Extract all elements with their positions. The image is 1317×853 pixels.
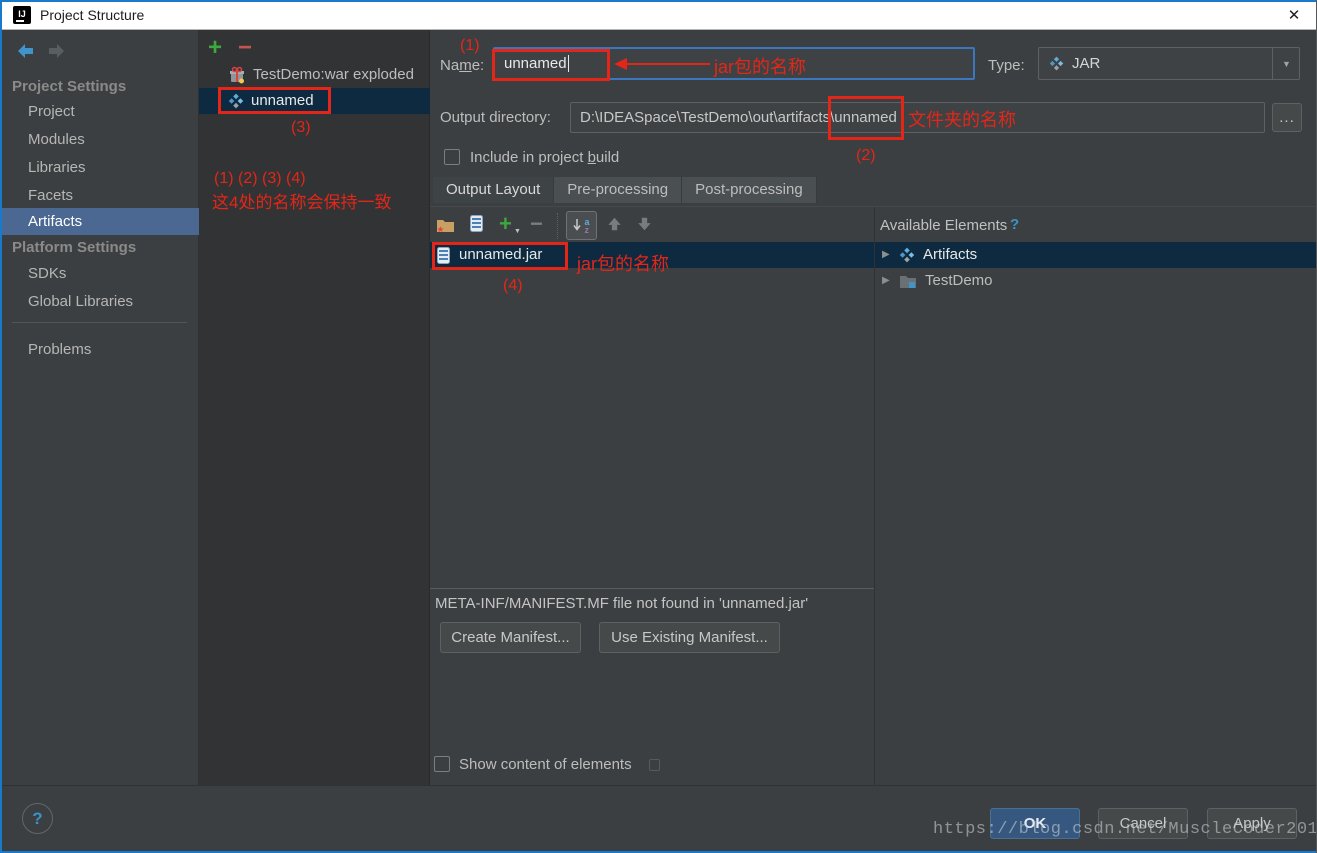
artifacts-list-panel: + − TestDemo:war exploded unnamed	[199, 30, 430, 786]
sidebar-item-facets[interactable]: Facets	[0, 182, 199, 209]
war-exploded-gift-icon	[228, 66, 246, 84]
show-content-label: Show content of elements	[459, 756, 632, 773]
add-element-caret-icon: ▼	[514, 228, 521, 235]
help-icon[interactable]: ?	[1010, 216, 1019, 233]
ok-button[interactable]: OK	[990, 808, 1080, 839]
available-row-label: TestDemo	[925, 272, 993, 289]
titlebar: IJ Project Structure ✕	[0, 0, 1317, 30]
section-header-platform-settings: Platform Settings	[12, 239, 137, 256]
available-row-testdemo[interactable]: ▶ TestDemo	[875, 268, 1317, 294]
intellij-logo-icon: IJ	[13, 5, 31, 24]
output-directory-label: Output directory:	[440, 109, 551, 126]
expand-icon[interactable]: ▶	[882, 242, 892, 268]
add-element-icon[interactable]: +	[499, 211, 512, 237]
artifact-item-label: unnamed	[251, 92, 314, 109]
available-elements-header: Available Elements	[880, 217, 1008, 234]
window-title: Project Structure	[40, 6, 145, 23]
remove-element-icon[interactable]: −	[530, 211, 543, 237]
expand-icon[interactable]: ▶	[882, 268, 892, 294]
close-icon[interactable]: ✕	[1271, 0, 1317, 29]
output-tree-row-unnamed-jar[interactable]: unnamed.jar	[430, 242, 874, 268]
jar-type-icon	[1049, 56, 1064, 71]
sort-alphabetically-icon[interactable]: az	[566, 211, 597, 240]
sidebar-item-global-libraries[interactable]: Global Libraries	[0, 288, 199, 315]
layout-tabs: Output Layout Pre-processing Post-proces…	[433, 177, 817, 203]
sidebar-item-artifacts[interactable]: Artifacts	[0, 208, 199, 235]
use-existing-manifest-button[interactable]: Use Existing Manifest...	[599, 622, 780, 653]
manifest-divider	[430, 588, 874, 589]
annotation-n4: (4)	[503, 277, 523, 294]
help-button[interactable]: ?	[22, 803, 53, 834]
text-cursor	[567, 55, 569, 72]
forward-icon[interactable]	[46, 42, 66, 64]
add-artifact-icon[interactable]: +	[208, 36, 222, 60]
browse-button[interactable]: ...	[1272, 103, 1302, 132]
project-structure-dialog: IJ Project Structure ✕ Project Settings …	[0, 0, 1317, 853]
window-border-left	[0, 0, 2, 853]
tab-pre-processing[interactable]: Pre-processing	[554, 177, 683, 203]
tab-output-layout[interactable]: Output Layout	[433, 177, 555, 203]
move-up-icon[interactable]	[606, 216, 623, 232]
include-in-project-build-label: Include in project build	[470, 149, 620, 166]
chevron-down-icon[interactable]: ▼	[1272, 47, 1300, 80]
artifact-diamonds-icon	[899, 247, 915, 263]
sidebar-item-project[interactable]: Project	[0, 98, 199, 125]
create-manifest-button[interactable]: Create Manifest...	[440, 622, 581, 653]
preview-icon	[649, 759, 660, 771]
type-label: Type:	[988, 57, 1025, 74]
artifact-item-unnamed[interactable]: unnamed	[199, 88, 430, 114]
sidebar-divider	[12, 322, 187, 323]
window-border-top	[0, 0, 1317, 2]
artifact-diamonds-icon	[228, 93, 244, 109]
manifest-message: META-INF/MANIFEST.MF file not found in '…	[435, 595, 809, 612]
available-row-artifacts[interactable]: ▶ Artifacts	[875, 242, 1317, 268]
add-archive-icon[interactable]	[470, 215, 483, 232]
artifact-item-war-exploded[interactable]: TestDemo:war exploded	[199, 62, 430, 88]
annotation-n1: (1)	[460, 37, 480, 54]
remove-artifact-icon[interactable]: −	[238, 36, 252, 60]
sidebar-item-sdks[interactable]: SDKs	[0, 260, 199, 287]
output-tree-label: unnamed.jar	[459, 246, 543, 263]
cancel-button[interactable]: Cancel	[1098, 808, 1188, 839]
settings-sidebar: Project Settings Project Modules Librari…	[0, 30, 199, 786]
toolbar-separator	[557, 213, 558, 239]
footer-divider	[0, 785, 1317, 786]
name-input[interactable]: unnamed	[493, 47, 975, 80]
apply-button[interactable]: Apply	[1207, 808, 1297, 839]
new-folder-icon[interactable]	[436, 217, 455, 234]
name-label: Name:	[440, 57, 485, 74]
output-directory-input[interactable]: D:\IDEASpace\TestDemo\out\artifacts\unna…	[570, 102, 1265, 133]
move-down-icon[interactable]	[636, 216, 653, 232]
annotation-n2: (2)	[856, 147, 876, 164]
sidebar-item-problems[interactable]: Problems	[0, 336, 199, 363]
include-in-project-build-checkbox[interactable]	[444, 149, 460, 165]
back-icon[interactable]	[16, 42, 36, 64]
type-select[interactable]: JAR	[1038, 47, 1300, 80]
section-header-project-settings: Project Settings	[12, 78, 127, 95]
tab-post-processing[interactable]: Post-processing	[682, 177, 817, 203]
available-row-label: Artifacts	[923, 246, 978, 263]
content-divider	[874, 207, 875, 785]
jar-file-icon	[437, 246, 450, 264]
artifact-item-label: TestDemo:war exploded	[253, 66, 414, 83]
sidebar-item-modules[interactable]: Modules	[0, 126, 199, 153]
module-folder-icon	[899, 274, 917, 289]
show-content-checkbox[interactable]	[434, 756, 450, 772]
annotation-arrow-line	[626, 63, 710, 65]
sidebar-item-libraries[interactable]: Libraries	[0, 154, 199, 181]
